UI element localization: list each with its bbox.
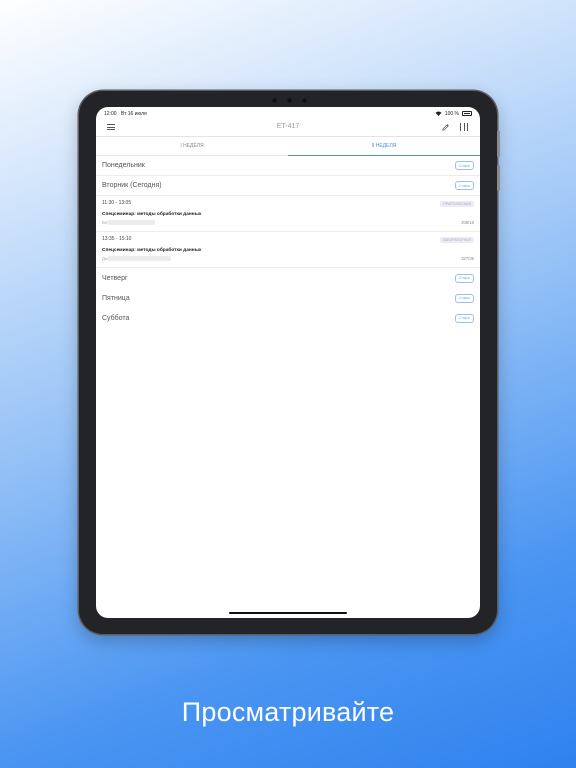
blurred-text: xxxxxxxxxxxxxxxxxxxxxxx xyxy=(107,220,156,225)
lesson-room: 206/18 xyxy=(461,220,474,225)
lesson-count-badge: 4 пары xyxy=(454,161,474,170)
week-tabs: I НЕДЕЛЯ II НЕДЕЛЯ xyxy=(96,137,480,156)
day-name: Суббота xyxy=(102,314,130,322)
pencil-icon[interactable] xyxy=(441,123,450,132)
battery-icon xyxy=(462,111,472,116)
tab-week-2[interactable]: II НЕДЕЛЯ xyxy=(288,137,480,156)
navigation-bar: ET-417 xyxy=(96,118,480,137)
page-title: ET-417 xyxy=(276,123,300,130)
promo-caption: Просматривайте xyxy=(181,697,395,727)
day-row-monday[interactable]: Понедельник 4 пары xyxy=(96,156,480,176)
lesson-card[interactable]: 13:35 - 15:10 ЛАБОРАТОРНАЯ Спецсеминар: … xyxy=(96,232,480,268)
status-time: 12:00 xyxy=(104,110,117,117)
app-screen: 12:00 Вт 16 июля 100 % ET-417 I НЕДЕЛЯ I… xyxy=(96,107,480,618)
day-row-thursday[interactable]: Четверг 3 пары xyxy=(96,268,480,288)
lesson-count-badge: 3 пары xyxy=(454,273,474,283)
lesson-count-badge: 2 пары xyxy=(454,181,474,190)
lesson-subject: Спецсеминар: методы обработки данных xyxy=(102,248,202,253)
lesson-type-badge: ЛАБОРАТОРНАЯ xyxy=(439,237,474,243)
blurred-text: xxxxxxxxxxxxxxxxxxxxxxxxxxxxxx xyxy=(107,256,171,261)
lesson-subject: Спецсеминар: методы обработки данных xyxy=(102,212,202,217)
day-row-friday[interactable]: Пятница 4 пары xyxy=(96,288,480,308)
lesson-card[interactable]: 11:30 - 13:05 ПРАКТИЧЕСКАЯ Спецсеминар: … xyxy=(96,196,480,232)
tab-week-1[interactable]: I НЕДЕЛЯ xyxy=(96,137,288,155)
lesson-time: 11:30 - 13:05 xyxy=(102,200,132,206)
day-name: Вторник (Сегодня) xyxy=(102,182,162,189)
home-indicator[interactable] xyxy=(229,612,347,614)
lesson-teacher: Дыxxxxxxxxxxxxxxxxxxxxxxxxxxxxxx xyxy=(102,256,474,261)
day-name: Пятница xyxy=(102,294,130,302)
lesson-teacher: Беxxxxxxxxxxxxxxxxxxxxxxx xyxy=(102,220,474,225)
wifi-icon xyxy=(435,111,442,116)
columns-icon[interactable] xyxy=(460,123,468,131)
lesson-type-badge: ПРАКТИЧЕСКАЯ xyxy=(440,201,474,207)
lesson-count-badge: 2 пары xyxy=(454,313,474,323)
side-button xyxy=(497,131,500,157)
volume-button xyxy=(497,165,500,191)
lesson-count-badge: 4 пары xyxy=(454,293,474,303)
lesson-time: 13:35 - 15:10 xyxy=(102,236,132,242)
day-name: Четверг xyxy=(102,274,128,282)
camera-bar xyxy=(259,96,319,104)
battery-label: 100 % xyxy=(444,110,459,117)
day-row-saturday[interactable]: Суббота 2 пары xyxy=(96,308,480,328)
lesson-room: 327/35 xyxy=(461,256,474,261)
day-row-tuesday[interactable]: Вторник (Сегодня) 2 пары xyxy=(96,176,480,196)
status-bar: 12:00 Вт 16 июля 100 % xyxy=(96,109,480,118)
status-date: Вт 16 июля xyxy=(120,110,147,117)
day-name: Понедельник xyxy=(102,162,145,169)
